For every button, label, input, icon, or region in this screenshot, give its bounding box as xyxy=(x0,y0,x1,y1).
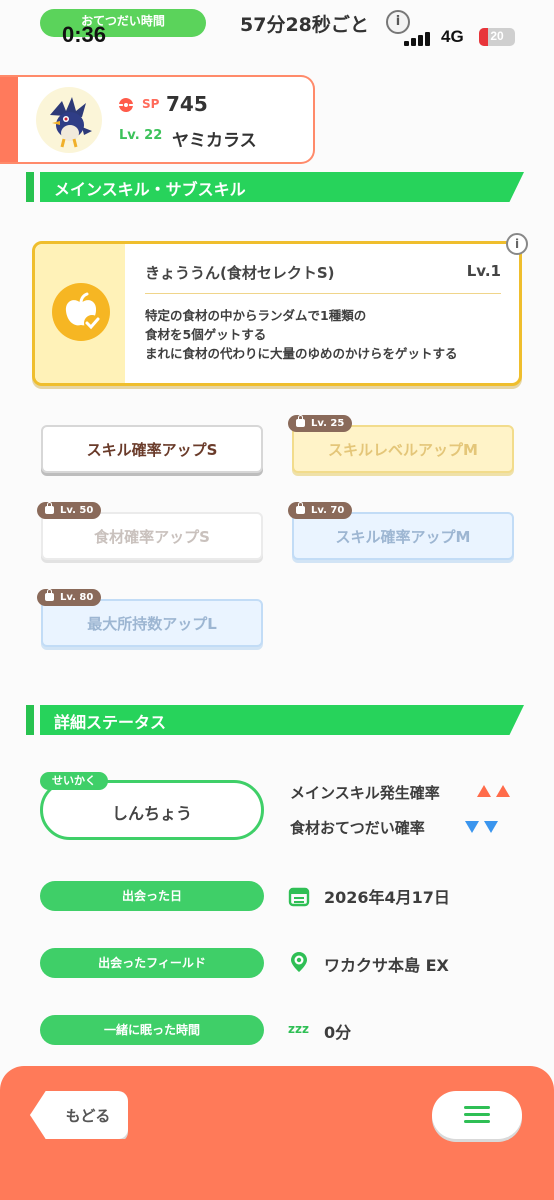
menu-button[interactable] xyxy=(432,1091,522,1139)
lock-tag-lv50: Lv. 50 xyxy=(37,502,102,519)
help-interval: 57分28秒ごと xyxy=(240,14,369,36)
met-field-value: ワカクサ本島 EX xyxy=(324,956,449,975)
met-date-label: 出会った日 xyxy=(40,881,264,911)
sp-icon xyxy=(119,98,133,112)
pokemon-avatar xyxy=(36,87,102,153)
met-field-label: 出会ったフィールド xyxy=(40,948,264,978)
network-type: 4G xyxy=(441,27,464,46)
clock: 0:36 xyxy=(62,22,107,47)
sleep-zzz-icon: zzz xyxy=(288,1022,309,1036)
menu-icon xyxy=(464,1106,490,1109)
skill-info-icon[interactable]: i xyxy=(506,233,528,255)
nature-up-effect: メインスキル発生確率 xyxy=(290,784,440,802)
main-skill-name: きょううん(食材セレクトS) xyxy=(145,264,335,282)
slept-time-label: 一緒に眠った時間 xyxy=(40,1015,264,1045)
down-arrow-icon xyxy=(465,821,479,833)
lock-icon xyxy=(45,502,54,514)
up-arrow-icon xyxy=(496,785,510,797)
skills-section-header: メインスキル・サブスキル xyxy=(26,172,524,202)
calendar-icon xyxy=(288,887,310,907)
main-skill-description: 特定の食材の中からランダムで1種類の 食材を5個ゲットする まれに食材の代わりに… xyxy=(145,308,458,361)
battery-level: 20 xyxy=(490,29,504,43)
met-date-value: 2026年4月17日 xyxy=(324,888,450,907)
sp-label: SP xyxy=(142,97,160,111)
footer-bar: もどる xyxy=(0,1066,554,1200)
battery-icon: 20 xyxy=(479,28,515,46)
lock-icon xyxy=(45,589,54,601)
lock-tag-lv70: Lv. 70 xyxy=(288,502,353,519)
back-button-label: もどる xyxy=(65,1107,111,1125)
location-pin-icon xyxy=(291,952,307,972)
subskill-2-button[interactable]: スキルレベルアップM xyxy=(292,425,514,473)
pokemon-card[interactable]: SP 745 Lv. 22 ヤミカラス xyxy=(0,75,315,164)
sp-value: 745 xyxy=(166,92,208,116)
slept-time-value: 0分 xyxy=(324,1023,352,1042)
pokemon-level: Lv. 22 xyxy=(119,128,163,143)
skills-section-title: メインスキル・サブスキル xyxy=(54,180,246,199)
apple-skill-icon xyxy=(52,283,110,341)
main-skill-level: Lv.1 xyxy=(466,262,501,280)
nature-down-effect: 食材おてつだい確率 xyxy=(290,819,425,837)
main-skill-card[interactable]: きょううん(食材セレクトS) Lv.1 特定の食材の中からランダムで1種類の 食… xyxy=(32,241,522,386)
back-button[interactable]: もどる xyxy=(30,1091,128,1139)
nature-tag: せいかく xyxy=(40,772,108,790)
pokemon-name: ヤミカラス xyxy=(172,131,257,151)
subskill-5-button[interactable]: 最大所持数アップL xyxy=(41,599,263,647)
lock-icon xyxy=(296,502,305,514)
lock-tag-lv25: Lv. 25 xyxy=(288,415,353,432)
subskill-1-button[interactable]: スキル確率アップS xyxy=(41,425,263,473)
detail-section-title: 詳細ステータス xyxy=(54,713,167,732)
lock-tag-lv80: Lv. 80 xyxy=(37,589,102,606)
lock-icon xyxy=(296,415,305,427)
subskill-3-button[interactable]: 食材確率アップS xyxy=(41,512,263,560)
nature-value: しんちょう xyxy=(111,804,192,823)
up-arrow-icon xyxy=(477,785,491,797)
subskill-4-button[interactable]: スキル確率アップM xyxy=(292,512,514,560)
signal-icon xyxy=(404,30,434,46)
down-arrow-icon xyxy=(484,821,498,833)
detail-section-header: 詳細ステータス xyxy=(26,705,524,735)
